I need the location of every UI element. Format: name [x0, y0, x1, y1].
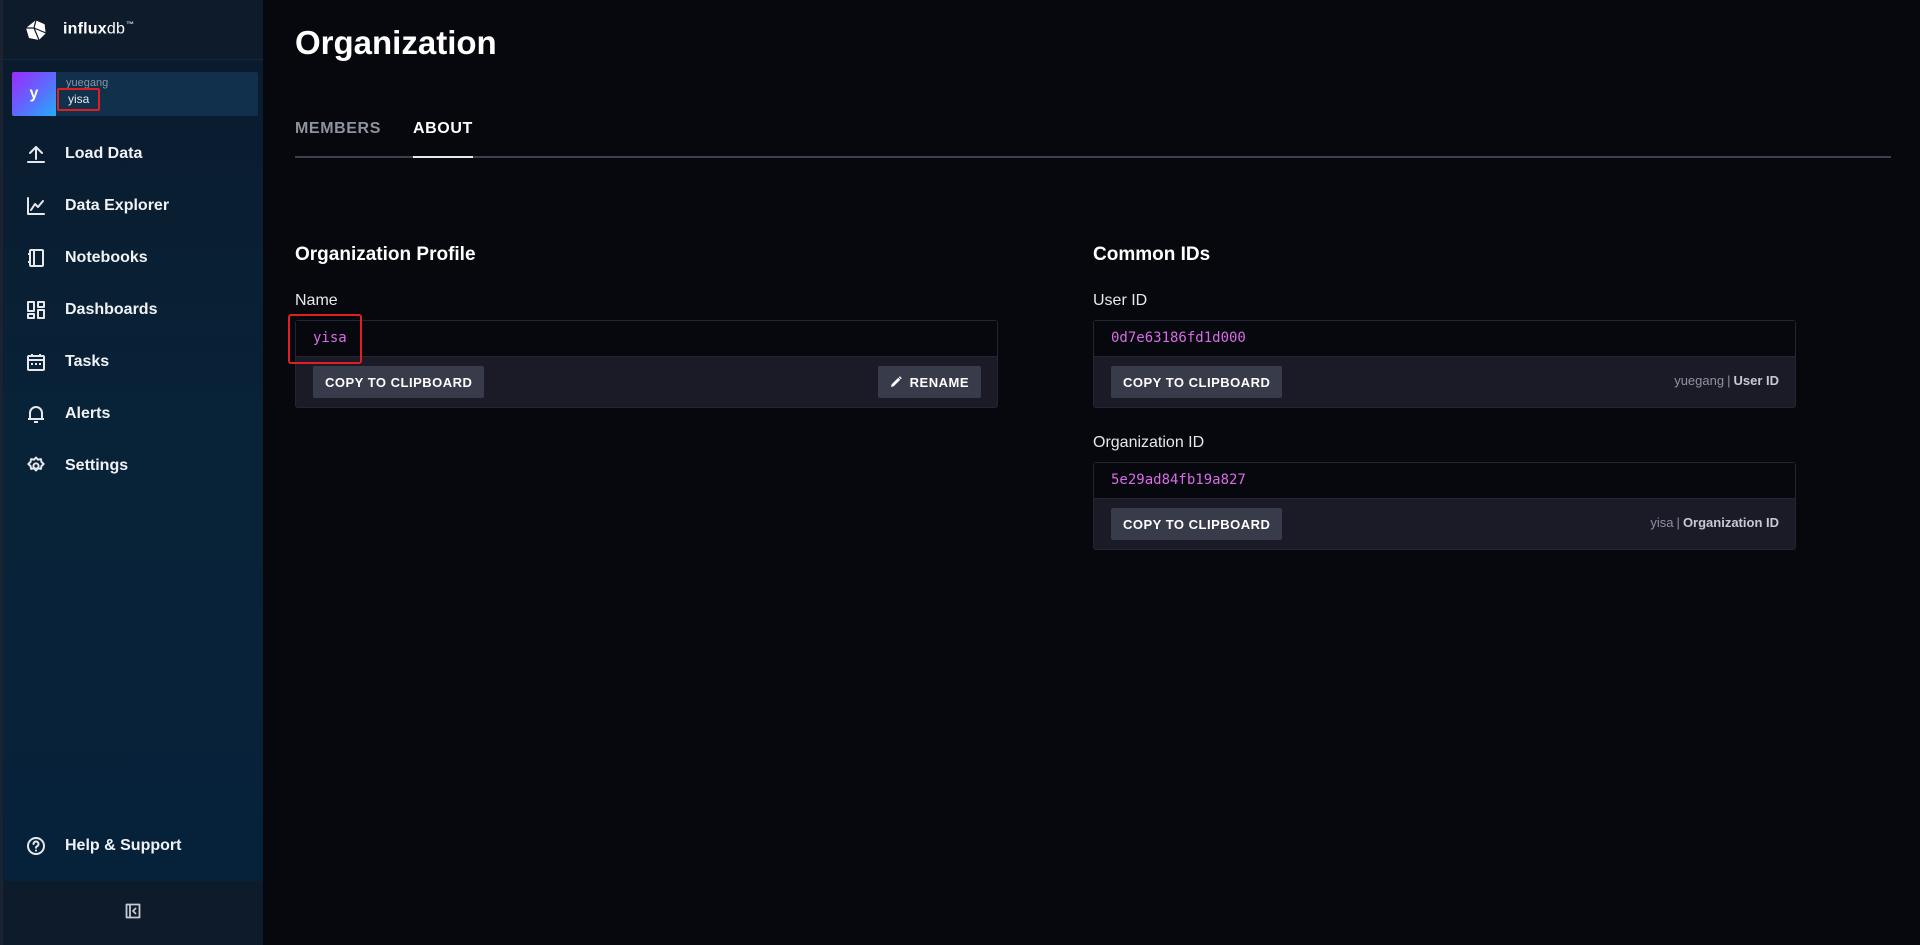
tab-members[interactable]: MEMBERS	[295, 110, 381, 158]
gear-icon	[25, 455, 47, 477]
nav-menu: Load Data Data Explorer Notebooks Dashbo…	[3, 128, 263, 492]
nav-item-load-data[interactable]: Load Data	[3, 128, 263, 180]
tab-about[interactable]: ABOUT	[412, 110, 473, 158]
nav-item-settings[interactable]: Settings	[3, 440, 263, 492]
calendar-icon	[25, 351, 47, 373]
org-id-card: 5e29ad84fb19a827 COPY TO CLIPBOARD yisa |…	[1093, 462, 1796, 550]
sidebar: influxdb™ y yuegang yisa Load Data Data …	[0, 0, 263, 945]
nav-label: Notebooks	[65, 249, 148, 266]
nav-help-section: Help & Support	[3, 820, 263, 872]
tab-bar: MEMBERS ABOUT	[295, 110, 1891, 158]
copy-org-id-button[interactable]: COPY TO CLIPBOARD	[1111, 508, 1283, 540]
nav-item-data-explorer[interactable]: Data Explorer	[3, 180, 263, 232]
org-avatar: y	[12, 72, 56, 116]
org-id-value: 5e29ad84fb19a827	[1094, 463, 1795, 499]
copy-org-name-button[interactable]: COPY TO CLIPBOARD	[313, 366, 485, 398]
nav-label: Data Explorer	[65, 197, 170, 214]
nav-label: Load Data	[65, 145, 143, 162]
notebook-icon	[25, 247, 47, 269]
org-switcher-org: yisa	[57, 88, 101, 111]
nav-label: Settings	[65, 457, 129, 474]
org-switcher-names: yuegang yisa	[57, 77, 108, 111]
nav-label: Dashboards	[65, 301, 158, 318]
org-id-label: Organization ID	[1093, 434, 1205, 451]
influxdb-logo-icon	[25, 19, 47, 41]
org-name-value: yisa	[296, 321, 997, 357]
nav-label: Alerts	[65, 405, 111, 422]
user-id-caption: yuegang | User ID	[1674, 373, 1779, 388]
copy-user-id-button[interactable]: COPY TO CLIPBOARD	[1111, 366, 1283, 398]
nav-item-help-support[interactable]: Help & Support	[3, 820, 263, 872]
brand-name: influxdb™	[63, 20, 135, 38]
common-ids-title: Common IDs	[1093, 244, 1211, 265]
org-profile-title: Organization Profile	[295, 244, 476, 265]
bell-icon	[25, 403, 47, 425]
influxdb-app: influxdb™ y yuegang yisa Load Data Data …	[0, 0, 1920, 945]
dashboard-icon	[25, 299, 47, 321]
main-content: Organization MEMBERS ABOUT Organization …	[288, 0, 1895, 945]
user-id-card: 0d7e63186fd1d000 COPY TO CLIPBOARD yuega…	[1093, 320, 1796, 408]
nav-label: Tasks	[65, 353, 110, 370]
pencil-icon	[890, 376, 902, 388]
question-icon	[25, 835, 47, 857]
org-id-caption: yisa | Organization ID	[1650, 515, 1779, 530]
nav-item-tasks[interactable]: Tasks	[3, 336, 263, 388]
collapse-sidebar-icon	[125, 903, 141, 924]
user-id-value: 0d7e63186fd1d000	[1094, 321, 1795, 357]
rename-button[interactable]: RENAME	[877, 366, 981, 398]
upload-icon	[25, 143, 47, 165]
user-id-label: User ID	[1093, 292, 1148, 309]
nav-label: Help & Support	[65, 837, 182, 854]
page-title: Organization	[295, 24, 497, 61]
org-switcher[interactable]: y yuegang yisa	[12, 72, 258, 116]
graph-icon	[25, 195, 47, 217]
collapse-sidebar-button[interactable]	[3, 881, 263, 945]
brand[interactable]: influxdb™	[3, 0, 263, 60]
rename-label: RENAME	[909, 374, 969, 390]
org-name-card: yisa COPY TO CLIPBOARD RENAME	[295, 320, 998, 408]
nav-item-alerts[interactable]: Alerts	[3, 388, 263, 440]
nav-item-notebooks[interactable]: Notebooks	[3, 232, 263, 284]
nav-item-dashboards[interactable]: Dashboards	[3, 284, 263, 336]
name-label: Name	[295, 292, 338, 309]
